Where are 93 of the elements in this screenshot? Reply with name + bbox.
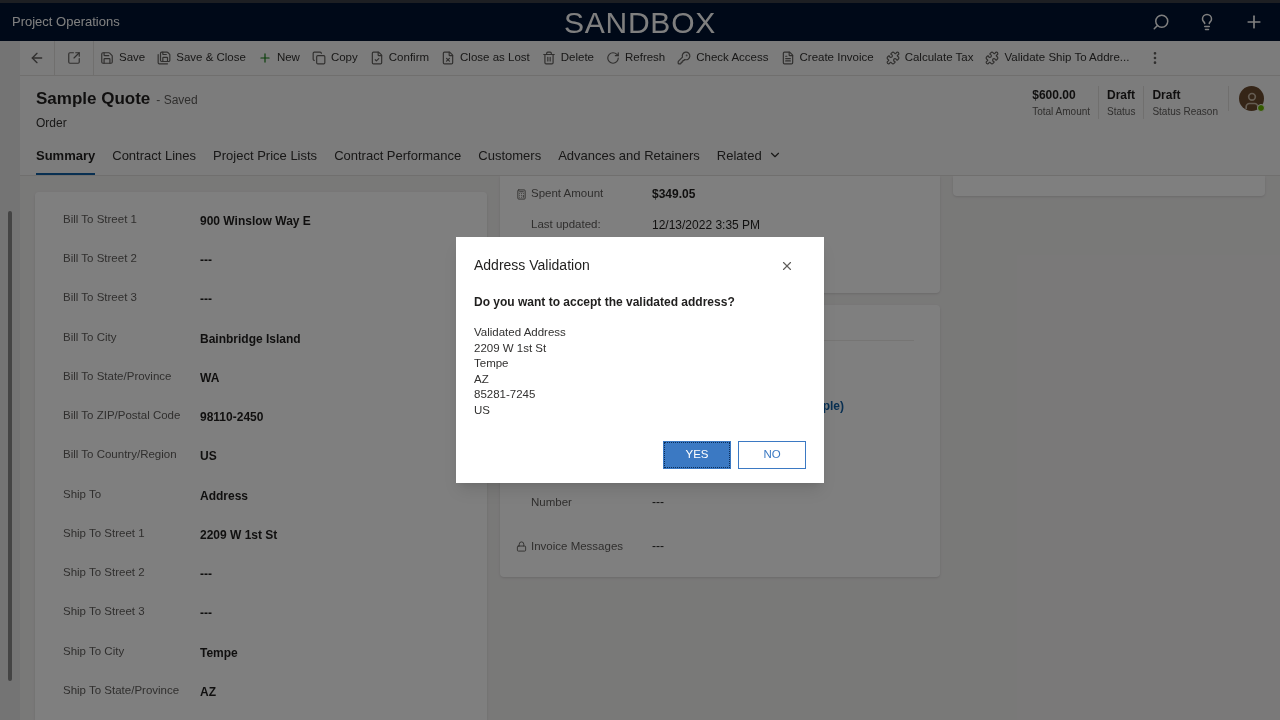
field-value[interactable]: --- [652,537,664,555]
plus-icon [257,51,272,65]
command-button[interactable]: New [251,41,306,75]
command-button[interactable]: Confirm [363,41,436,75]
command-button[interactable]: Delete [535,41,600,75]
command-button[interactable]: Create Invoice [774,41,880,75]
key-icon [677,51,692,65]
command-button[interactable]: Save & Close [151,41,252,75]
field-value[interactable]: WA [200,366,220,407]
field-value[interactable]: AZ [200,680,216,720]
command-button[interactable]: Calculate Tax [879,41,980,75]
field-label: Bill To Street 3 [63,290,138,306]
field-label: Ship To Street 3 [63,604,146,620]
tab[interactable]: Advances and Retainers [558,145,700,175]
field-value[interactable]: --- [200,249,212,289]
field-label: Ship To State/Province [63,682,181,698]
field-value[interactable]: US [200,445,217,485]
search-icon[interactable] [1152,13,1170,31]
calculator-icon [516,188,527,200]
header-value: Draft [1107,87,1136,104]
file-x-icon [441,51,456,65]
puzzle-icon [885,51,900,65]
address-line: 85281-7245 [474,387,537,402]
scrollbar[interactable] [8,211,12,681]
address-line: Tempe [474,356,510,371]
command-button[interactable]: Save [94,41,152,75]
dialog-question: Do you want to accept the validated address? [474,294,736,311]
field-label: Ship To [63,486,103,502]
pop-out-icon [67,51,81,65]
save-status: - Saved [156,92,198,109]
refresh-icon [606,51,620,65]
tab[interactable]: Project Price Lists [213,145,318,175]
field-label: Bill To State/Province [63,368,173,384]
field-label: Bill To Country/Region [63,447,178,463]
field-value[interactable]: --- [200,602,212,642]
field-value[interactable]: --- [200,288,212,328]
field-label: Bill To Street 1 [63,212,138,227]
header-label: Total Amount [1032,105,1091,119]
command-button[interactable]: Validate Ship To Addre... [979,41,1136,75]
file-check-icon [369,51,384,65]
yes-button[interactable]: YES [663,441,731,469]
header-label: Status Reason [1152,105,1218,119]
field-value: 12/13/2022 3:35 PM [652,217,761,234]
field-label: Ship To Street 2 [63,565,146,581]
tab[interactable]: Contract Lines [112,145,197,175]
header-value: $600.00 [1032,87,1077,104]
field-value[interactable]: 900 Winslow Way E [200,210,311,250]
save-all-icon [157,51,172,65]
field-value[interactable]: Address [200,484,249,524]
command-button[interactable]: Refresh [600,41,672,75]
field-label: Ship To City [63,643,126,659]
entity-name: Order [36,114,68,132]
field-value[interactable]: Tempe [200,641,238,681]
copy-icon [311,51,326,65]
environment-label: SANDBOX [564,4,716,41]
command-button[interactable]: Check Access [671,41,775,75]
field-label: Ship To Street 1 [63,525,146,541]
command-button[interactable]: Copy [305,41,364,75]
tab[interactable]: Summary [36,145,96,175]
trash-icon [541,51,556,65]
field-value[interactable]: --- [200,563,212,603]
address-line: 2209 W 1st St [474,340,548,356]
avatar[interactable] [1239,86,1264,111]
header-label: Status [1107,105,1136,119]
field-label: Last updated: [531,217,601,233]
tab[interactable]: Contract Performance [334,145,462,175]
field-label: Invoice Messages [531,539,625,554]
field-label: Bill To Street 2 [63,251,138,267]
field-label: Bill To City [63,329,118,345]
field-value: $349.05 [652,186,696,203]
address-line: AZ [474,371,490,387]
field-label: Spent Amount [531,186,604,202]
header-value: Draft [1152,87,1182,104]
address-line: US [474,402,491,418]
tab[interactable]: Customers [478,145,542,175]
customer-link[interactable]: ple) [822,397,844,415]
puzzle-icon [985,51,1000,65]
lock-icon [516,540,527,552]
address-line: Validated Address [474,325,567,340]
record-title: Sample Quote [36,88,151,110]
field-label: Number [531,495,573,510]
field-label: Bill To ZIP/Postal Code [63,408,182,424]
field-value[interactable]: 2209 W 1st St [200,523,278,564]
field-value[interactable]: 98110-2450 [200,406,264,446]
dialog-title: Address Validation [474,256,590,275]
command-button[interactable]: Close as Lost [435,41,536,75]
tab[interactable]: Related [716,145,782,175]
field-value[interactable]: Bainbridge Island [200,327,301,367]
field-value[interactable]: --- [652,493,664,511]
document-icon [780,51,795,65]
no-button[interactable]: NO [738,441,806,469]
save-icon [100,51,114,65]
app-name[interactable]: Project Operations [12,12,312,32]
